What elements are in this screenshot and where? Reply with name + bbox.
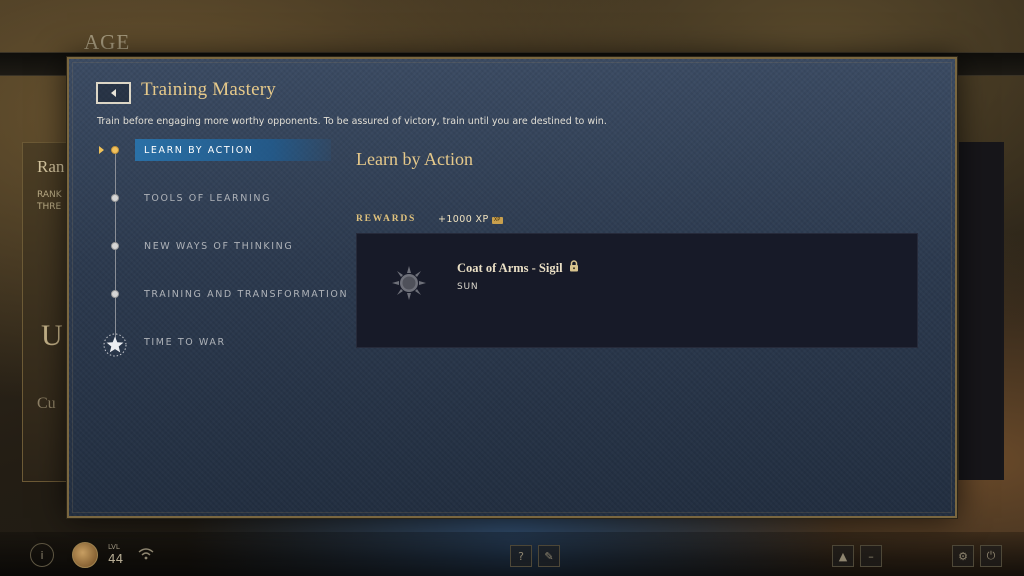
active-step-arrow-icon bbox=[99, 146, 104, 154]
step-label: NEW WAYS OF THINKING bbox=[144, 240, 294, 252]
power-icon[interactable]: ⏻ bbox=[980, 545, 1002, 567]
modal-title: Training Mastery bbox=[141, 79, 276, 100]
background-card-subtitle: RANK THRE bbox=[37, 190, 62, 212]
level-label: LVL bbox=[108, 543, 120, 551]
reward-subtitle: SUN bbox=[457, 282, 479, 292]
star-badge-icon bbox=[102, 332, 128, 358]
step-label: TIME TO WAR bbox=[144, 336, 226, 348]
step-label: TRAINING AND TRANSFORMATION bbox=[144, 288, 349, 300]
settings-icon[interactable]: ⚙ bbox=[952, 545, 974, 567]
step-training-and-transformation[interactable]: TRAINING AND TRANSFORMATION bbox=[135, 283, 347, 305]
info-icon[interactable]: i bbox=[30, 543, 54, 567]
connection-icon bbox=[138, 548, 154, 563]
xp-reward: +1000 XP XP bbox=[438, 214, 503, 225]
step-dot bbox=[111, 290, 119, 298]
step-label: LEARN BY ACTION bbox=[144, 144, 254, 156]
back-button[interactable] bbox=[96, 82, 131, 104]
step-dot bbox=[111, 194, 119, 202]
background-card-big-text: U bbox=[41, 319, 63, 352]
rewards-label: REWARDS bbox=[356, 214, 417, 224]
step-time-to-war[interactable]: TIME TO WAR bbox=[135, 331, 331, 353]
background-header-text: AGE bbox=[84, 30, 131, 54]
training-mastery-modal: Training Mastery Train before engaging m… bbox=[67, 57, 957, 518]
sun-icon bbox=[390, 264, 428, 306]
level-value: 44 bbox=[108, 552, 124, 566]
lock-icon bbox=[569, 260, 579, 276]
map-icon[interactable]: ▲ bbox=[832, 545, 854, 567]
xp-value: +1000 XP bbox=[438, 214, 489, 225]
step-dot bbox=[111, 242, 119, 250]
background-card-footer: Cu bbox=[37, 395, 56, 412]
reward-name-text: Coat of Arms - Sigil bbox=[457, 260, 563, 275]
player-avatar[interactable] bbox=[72, 542, 98, 568]
step-dot-active bbox=[111, 146, 119, 154]
content-title: Learn by Action bbox=[356, 149, 473, 169]
tool-icon[interactable]: ✎ bbox=[538, 545, 560, 567]
reward-card[interactable]: Coat of Arms - Sigil SUN bbox=[356, 233, 918, 348]
menu-icon[interactable]: – bbox=[860, 545, 882, 567]
chevron-left-icon bbox=[110, 89, 117, 97]
background-right-panel bbox=[958, 142, 1004, 480]
step-new-ways-of-thinking[interactable]: NEW WAYS OF THINKING bbox=[135, 235, 331, 257]
xp-badge-icon: XP bbox=[491, 217, 503, 224]
step-tools-of-learning[interactable]: TOOLS OF LEARNING bbox=[135, 187, 331, 209]
step-label: TOOLS OF LEARNING bbox=[144, 192, 272, 204]
modal-description: Train before engaging more worthy oppone… bbox=[97, 116, 607, 127]
background-card-title: Ran bbox=[37, 157, 65, 176]
reward-name: Coat of Arms - Sigil bbox=[457, 260, 579, 276]
help-icon[interactable]: ? bbox=[510, 545, 532, 567]
step-learn-by-action[interactable]: LEARN BY ACTION bbox=[135, 139, 331, 161]
